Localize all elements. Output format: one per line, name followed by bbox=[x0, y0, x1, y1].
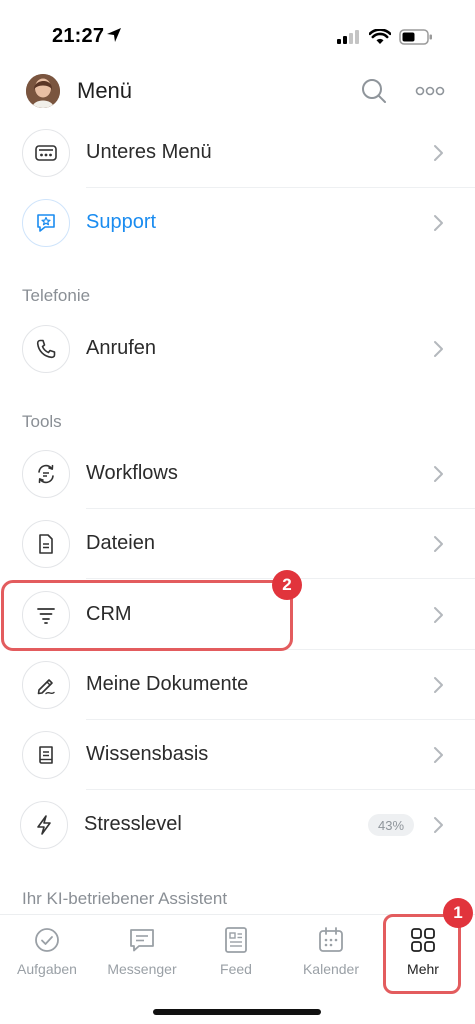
menu-item-stresslevel[interactable]: Stresslevel 43% bbox=[0, 790, 475, 860]
signal-icon bbox=[337, 30, 359, 44]
chevron-right-icon bbox=[434, 677, 443, 693]
menu-item-support[interactable]: Support bbox=[0, 188, 475, 258]
tab-aufgaben[interactable]: Aufgaben bbox=[2, 925, 92, 985]
support-star-icon bbox=[22, 199, 70, 247]
tab-kalender[interactable]: Kalender bbox=[286, 925, 376, 985]
crm-highlight-frame bbox=[1, 580, 293, 651]
tab-label: Kalender bbox=[302, 961, 360, 977]
feed-icon bbox=[225, 927, 247, 953]
workflow-icon bbox=[22, 450, 70, 498]
stresslevel-value-badge: 43% bbox=[368, 814, 414, 836]
menu-item-label: Dateien bbox=[86, 532, 155, 554]
chevron-right-icon bbox=[434, 215, 443, 231]
menu-item-anrufen[interactable]: Anrufen bbox=[0, 314, 475, 384]
tab-label: Aufgaben bbox=[17, 961, 77, 977]
chevron-right-icon bbox=[434, 747, 443, 763]
menu-item-meine-dokumente[interactable]: Meine Dokumente bbox=[0, 650, 475, 720]
calendar-icon bbox=[319, 927, 343, 952]
menu-item-wissensbasis[interactable]: Wissensbasis bbox=[0, 720, 475, 790]
avatar[interactable] bbox=[26, 74, 60, 108]
wifi-icon bbox=[369, 29, 391, 44]
menu-item-label: Stresslevel bbox=[84, 813, 182, 835]
chat-bubble-icon bbox=[130, 929, 154, 952]
chevron-right-icon bbox=[434, 145, 443, 161]
section-header-tools: Tools bbox=[22, 412, 62, 431]
chevron-right-icon bbox=[434, 536, 443, 552]
menu-item-workflows[interactable]: Workflows bbox=[0, 439, 475, 509]
page-title: Menü bbox=[77, 78, 133, 103]
pen-icon bbox=[22, 661, 70, 709]
step-badge-mehr: 1 bbox=[443, 898, 473, 928]
status-time: 21:27 bbox=[52, 25, 105, 47]
location-arrow-icon bbox=[107, 28, 121, 42]
tab-feed[interactable]: Feed bbox=[191, 925, 281, 985]
chevron-right-icon bbox=[434, 817, 443, 833]
phone-icon bbox=[22, 325, 70, 373]
tab-messenger[interactable]: Messenger bbox=[97, 925, 187, 985]
menu-item-label: Meine Dokumente bbox=[86, 673, 249, 695]
tab-label: Feed bbox=[220, 961, 252, 977]
menu-item-label: Unteres Menü bbox=[86, 141, 212, 163]
more-options-icon[interactable] bbox=[415, 83, 445, 99]
mehr-highlight-frame bbox=[383, 914, 461, 994]
check-circle-icon bbox=[35, 928, 59, 952]
menu-item-label: Support bbox=[86, 211, 157, 233]
chevron-right-icon bbox=[434, 466, 443, 482]
section-header-ki-assistent: Ihr KI-betriebener Assistent bbox=[22, 889, 228, 908]
lightning-icon bbox=[20, 801, 68, 849]
status-bar: 21:27 bbox=[0, 0, 475, 70]
book-icon bbox=[22, 731, 70, 779]
file-icon bbox=[22, 520, 70, 568]
step-badge-crm: 2 bbox=[272, 570, 302, 600]
menu-item-unteres-menu[interactable]: Unteres Menü bbox=[0, 118, 475, 188]
menu-item-label: Workflows bbox=[86, 462, 178, 484]
menu-item-label: Anrufen bbox=[86, 337, 157, 359]
menu-item-dateien[interactable]: Dateien bbox=[0, 509, 475, 579]
search-icon[interactable] bbox=[360, 77, 388, 105]
tab-label: Messenger bbox=[107, 961, 177, 977]
bottom-menu-icon bbox=[22, 129, 70, 177]
chevron-right-icon bbox=[434, 341, 443, 357]
chevron-right-icon bbox=[434, 607, 443, 623]
header: Menü bbox=[0, 70, 475, 118]
status-indicators bbox=[337, 29, 433, 45]
section-header-telefonie: Telefonie bbox=[22, 286, 91, 305]
home-indicator[interactable] bbox=[153, 1009, 321, 1015]
menu-item-label: Wissensbasis bbox=[86, 743, 209, 765]
battery-icon bbox=[399, 29, 432, 45]
